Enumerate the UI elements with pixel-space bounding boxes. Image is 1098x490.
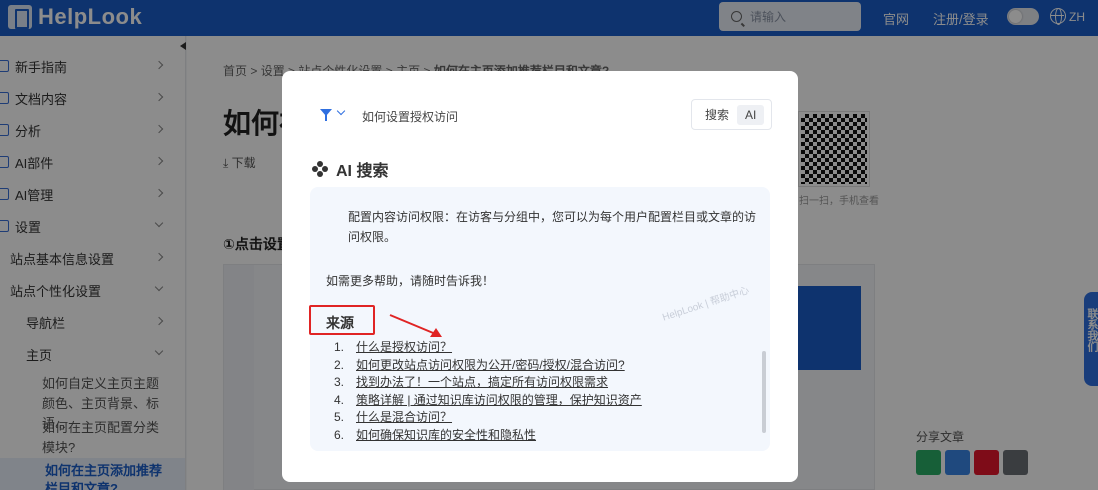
ai-heading: AI 搜索 — [312, 157, 388, 181]
search-bar: 如何设置授权访问 搜索 AI — [308, 99, 772, 131]
annotation-arrow-icon — [389, 314, 442, 337]
list-item: 5. 什么是混合访问？ — [334, 409, 642, 427]
filter-icon[interactable] — [320, 109, 332, 121]
source-link[interactable]: 如何确保知识库的安全性和隐私性 — [356, 427, 536, 445]
watermark: HelpLook | 帮助中心 — [661, 285, 751, 324]
source-link[interactable]: 策略详解 | 通过知识库访问权限的管理，保护知识资产 — [356, 392, 642, 410]
source-link[interactable]: 什么是混合访问？ — [356, 409, 452, 427]
ai-heading-text: AI 搜索 — [336, 163, 389, 180]
source-link[interactable]: 如何更改站点访问权限为公开/密码/授权/混合访问? — [356, 357, 625, 375]
ai-answer-text: 配置内容访问权限：在访客与分组中，您可以为每个用户配置栏目或文章的访问权限。 — [348, 210, 757, 244]
search-query[interactable]: 如何设置授权访问 — [362, 108, 458, 125]
list-item: 1. 什么是授权访问？ — [334, 339, 642, 357]
list-item: 4. 策略详解 | 通过知识库访问权限的管理，保护知识资产 — [334, 392, 642, 410]
sources-list: 1. 什么是授权访问？ 2. 如何更改站点访问权限为公开/密码/授权/混合访问? 3… — [334, 339, 642, 444]
list-item: 6. 如何确保知识库的安全性和隐私性 — [334, 427, 642, 445]
scrollbar[interactable] — [762, 351, 766, 433]
sources-title: 来源 — [326, 315, 354, 331]
source-link[interactable]: 找到办法了！一个站点，搞定所有访问权限需求 — [356, 374, 608, 392]
ai-answer-panel: 配置内容访问权限：在访客与分组中，您可以为每个用户配置栏目或文章的访问权限。 如… — [309, 187, 770, 451]
chevron-down-icon[interactable] — [336, 106, 346, 116]
mode-switch: 搜索 AI — [691, 99, 772, 130]
source-link[interactable]: 什么是授权访问？ — [356, 339, 452, 357]
list-item: 3. 找到办法了！一个站点，搞定所有访问权限需求 — [334, 374, 642, 392]
mode-ai-tab[interactable]: AI — [737, 104, 765, 125]
ai-help-text: 如需更多帮助，请随时告诉我！ — [326, 274, 495, 288]
sparkle-icon — [312, 161, 328, 177]
mode-search-tab[interactable]: 搜索 — [697, 103, 737, 126]
list-item: 2. 如何更改站点访问权限为公开/密码/授权/混合访问? — [334, 357, 642, 375]
ai-search-modal: 如何设置授权访问 搜索 AI AI 搜索 配置内容访问权限：在访客与分组中，您可… — [282, 71, 798, 482]
